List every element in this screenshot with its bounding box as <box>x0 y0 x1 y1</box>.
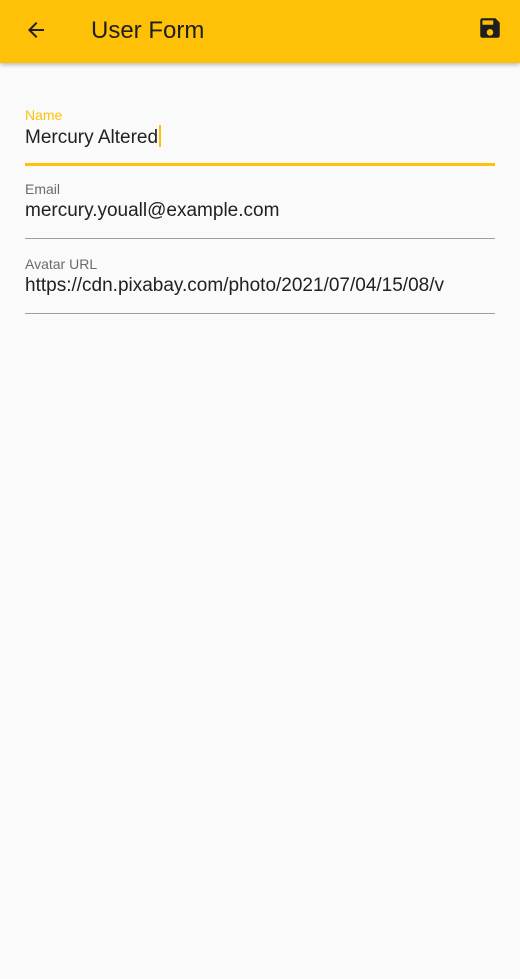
page-title: User Form <box>91 17 205 44</box>
email-field[interactable]: Email mercury.youall@example.com <box>25 137 495 239</box>
avatar-url-field[interactable]: Avatar URL https://cdn.pixabay.com/photo… <box>25 212 495 314</box>
app-bar: User Form <box>0 0 520 63</box>
name-field[interactable]: Name Mercury Altered <box>25 63 495 166</box>
floppy-disk-icon <box>477 15 503 46</box>
save-button[interactable] <box>466 6 514 54</box>
arrow-left-icon <box>24 18 48 47</box>
name-label: Name <box>25 107 63 123</box>
back-button[interactable] <box>12 8 60 56</box>
avatar-url-underline <box>25 313 495 314</box>
avatar-url-input[interactable]: https://cdn.pixabay.com/photo/2021/07/04… <box>25 274 495 298</box>
email-label: Email <box>25 181 61 197</box>
avatar-url-label: Avatar URL <box>25 256 98 272</box>
